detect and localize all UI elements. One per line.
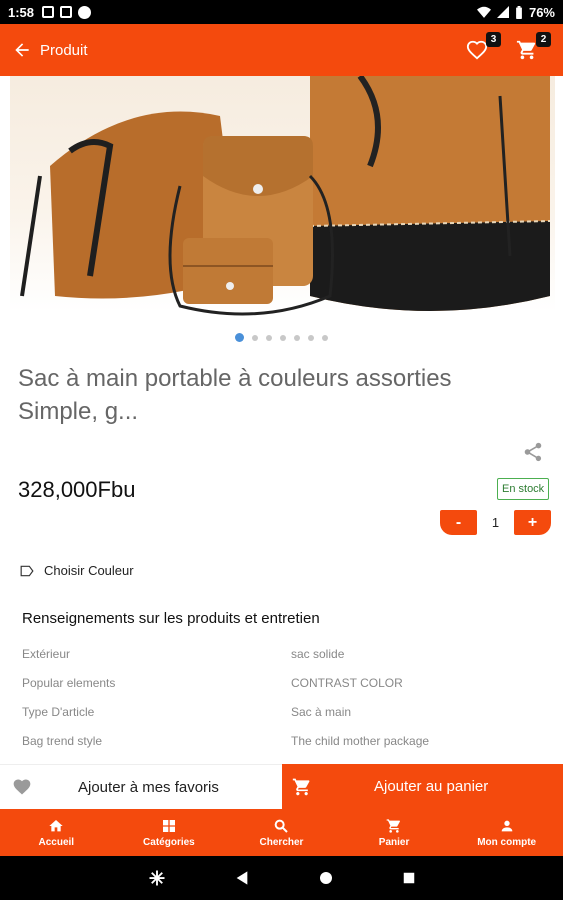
battery-level: 76% [528, 4, 555, 20]
spec-value: The child mother package [291, 734, 430, 748]
nav-item-account[interactable]: Mon compte [450, 809, 563, 856]
arrow-left-icon [15, 43, 29, 57]
nav-label: Catégories [143, 836, 195, 848]
spec-key: Popular elements [22, 676, 116, 690]
product-price: 328,000Fbu [18, 477, 136, 502]
heart-outline-icon [466, 40, 488, 60]
handbag-set-illustration [20, 76, 551, 316]
gallery-pagination [0, 333, 563, 342]
cart-icon [292, 778, 310, 795]
product-image-gallery[interactable] [0, 76, 563, 352]
spec-value: Sac à main [291, 705, 352, 719]
home-icon [49, 819, 63, 831]
bottom-navigation: Accueil Catégories Chercher Panier Mon c… [0, 809, 563, 856]
search-icon [275, 819, 289, 833]
app-bar: Produit 3 2 [0, 24, 563, 76]
back-triangle-icon[interactable] [234, 870, 250, 886]
grid-icon [162, 819, 175, 832]
share-icon [524, 442, 542, 462]
gallery-dot[interactable] [252, 334, 258, 341]
cart-icon [386, 818, 401, 833]
add-to-favorites-label: Ajouter à mes favoris [78, 778, 219, 796]
gallery-dot[interactable] [294, 334, 300, 341]
system-navigation-bar [0, 856, 563, 900]
add-to-favorites-button[interactable]: Ajouter à mes favoris [0, 764, 282, 809]
gallery-dot[interactable] [308, 334, 314, 341]
quantity-value: 1 [491, 515, 500, 530]
nav-label: Chercher [259, 836, 304, 848]
status-time: 1:58 [8, 4, 35, 20]
nav-label: Mon compte [477, 836, 537, 848]
assistant-icon[interactable] [148, 869, 166, 887]
battery-icon [516, 5, 522, 19]
notification-icon [42, 6, 55, 18]
mail-icon [60, 6, 73, 18]
wifi-icon [476, 6, 491, 18]
nav-item-search[interactable]: Chercher [225, 809, 338, 856]
cart-button[interactable]: 2 [511, 32, 551, 66]
wishlist-count-badge: 3 [486, 32, 501, 47]
recents-square-icon[interactable] [402, 871, 416, 885]
choose-color-option[interactable]: Choisir Couleur [20, 563, 134, 578]
gallery-dot[interactable] [322, 334, 328, 341]
page-title: Produit [40, 41, 88, 59]
home-circle-icon[interactable] [318, 870, 334, 886]
signal-icon [496, 6, 509, 18]
status-bar: 1:58 76% [0, 0, 563, 24]
gallery-dot[interactable] [266, 334, 272, 341]
decrease-quantity-button[interactable]: - [440, 510, 477, 535]
gallery-dot[interactable] [235, 333, 244, 342]
product-title: Sac à main portable à couleurs assorties… [18, 365, 452, 425]
quantity-stepper: - 1 + [440, 510, 551, 535]
spec-key: Bag trend style [22, 734, 103, 748]
stock-status-badge: En stock [497, 478, 550, 500]
choose-color-label: Choisir Couleur [44, 563, 134, 578]
spec-value: sac solide [291, 647, 345, 661]
wishlist-button[interactable]: 3 [461, 32, 501, 66]
add-to-cart-button[interactable]: Ajouter au panier [282, 764, 563, 809]
increase-quantity-button[interactable]: + [514, 510, 551, 535]
spec-value: CONTRAST COLOR [291, 676, 403, 690]
nav-item-cart[interactable]: Panier [338, 809, 451, 856]
product-image [10, 76, 555, 338]
cart-icon [516, 40, 536, 60]
back-button[interactable] [6, 24, 38, 76]
spec-key: Extérieur [22, 647, 71, 661]
tag-icon [20, 565, 34, 576]
heart-icon [13, 779, 31, 795]
nav-item-categories[interactable]: Catégories [113, 809, 226, 856]
nav-label: Accueil [38, 836, 75, 848]
gallery-dot[interactable] [280, 334, 286, 341]
person-icon [501, 820, 513, 831]
specs-section-title: Renseignements sur les produits et entre… [22, 610, 320, 627]
app-notification-icon [78, 5, 92, 19]
cart-count-badge: 2 [536, 32, 551, 47]
nav-label: Panier [378, 836, 410, 848]
spec-key: Type D'article [22, 705, 95, 719]
nav-item-home[interactable]: Accueil [0, 809, 113, 856]
add-to-cart-label: Ajouter au panier [374, 778, 489, 795]
share-button[interactable] [522, 441, 546, 465]
product-action-bar: Ajouter à mes favoris Ajouter au panier [0, 764, 563, 809]
